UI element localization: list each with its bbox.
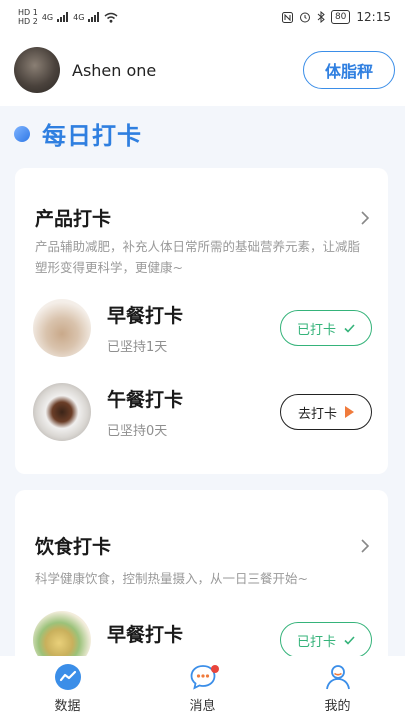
profile-icon (325, 664, 350, 689)
tab-label: 我的 (324, 698, 351, 714)
diet-card-description: 科学健康饮食，控制热量摄入，从一日三餐开始~ (35, 571, 308, 586)
go-checkin-label: 去打卡 (297, 406, 337, 422)
profile-header: Ashen one 体脂秤 (0, 34, 405, 106)
lunch-thumbnail (33, 383, 91, 441)
network-type-1: 4G (41, 12, 54, 22)
diet-card-title: 饮食打卡 (35, 536, 112, 558)
title-dot-icon (14, 125, 30, 142)
tab-data[interactable]: 数据 (18, 663, 118, 714)
chevron-right-icon[interactable] (358, 210, 372, 225)
checked-in-label: 已打卡 (296, 634, 336, 650)
product-card-header[interactable]: 产品打卡 (35, 204, 372, 231)
body-fat-scale-button[interactable]: 体脂秤 (303, 51, 395, 89)
section-title: 每日打卡 (14, 116, 142, 151)
checkin-row-lunch: 午餐打卡 已坚持0天 去打卡 (33, 382, 372, 442)
sim1-label: HD 1 (18, 8, 38, 17)
chart-icon (54, 663, 81, 690)
section-title-text: 每日打卡 (42, 122, 142, 150)
tab-profile[interactable]: 我的 (288, 663, 388, 714)
breakfast-thumbnail (33, 299, 91, 357)
sim2-label: HD 2 (18, 17, 38, 26)
checked-in-label: 已打卡 (296, 322, 336, 338)
product-card-description: 产品辅助减肥，补充人体日常所需的基础营养元素，让减脂塑形变得更科学，更健康~ (35, 239, 361, 275)
bottom-tab-bar: 数据 消息 我的 (0, 656, 405, 720)
signal-icon (88, 12, 100, 22)
tab-label: 消息 (189, 698, 216, 714)
status-bar: HD 1 HD 2 4G 4G 80 12:15 (0, 0, 405, 34)
signal-indicators: HD 1 HD 2 4G 4G (18, 8, 118, 26)
row-title: 午餐打卡 (107, 389, 184, 411)
checked-in-button[interactable]: 已打卡 (280, 622, 372, 658)
alarm-icon (299, 12, 310, 23)
row-title: 早餐打卡 (107, 623, 184, 646)
row-subtitle: 已坚持1天 (107, 340, 168, 355)
unread-badge (210, 664, 219, 673)
avatar[interactable] (14, 47, 60, 93)
tab-messages[interactable]: 消息 (153, 663, 253, 714)
bluetooth-icon (317, 11, 325, 23)
network-type-2: 4G (73, 12, 85, 22)
play-arrow-icon (345, 406, 354, 418)
product-checkin-card: 产品打卡 产品辅助减肥，补充人体日常所需的基础营养元素，让减脂塑形变得更科学，更… (15, 168, 388, 474)
chevron-right-icon[interactable] (358, 538, 372, 553)
signal-icon (57, 12, 69, 22)
battery-level: 80 (330, 10, 351, 24)
wifi-icon (104, 12, 118, 23)
nfc-icon (281, 11, 293, 23)
checkin-row-breakfast: 早餐打卡 已坚持1天 已打卡 (33, 298, 372, 358)
checked-in-button[interactable]: 已打卡 (280, 310, 372, 346)
product-card-title: 产品打卡 (35, 208, 112, 230)
go-checkin-button[interactable]: 去打卡 (280, 394, 372, 430)
diet-card-header[interactable]: 饮食打卡 (35, 532, 372, 559)
row-subtitle: 已坚持0天 (107, 424, 168, 439)
check-icon (344, 635, 355, 645)
clock: 12:15 (356, 10, 391, 24)
row-title: 早餐打卡 (107, 305, 184, 327)
check-icon (344, 323, 355, 333)
username: Ashen one (72, 60, 157, 80)
tab-label: 数据 (54, 698, 81, 714)
system-indicators: 80 12:15 (281, 10, 391, 24)
